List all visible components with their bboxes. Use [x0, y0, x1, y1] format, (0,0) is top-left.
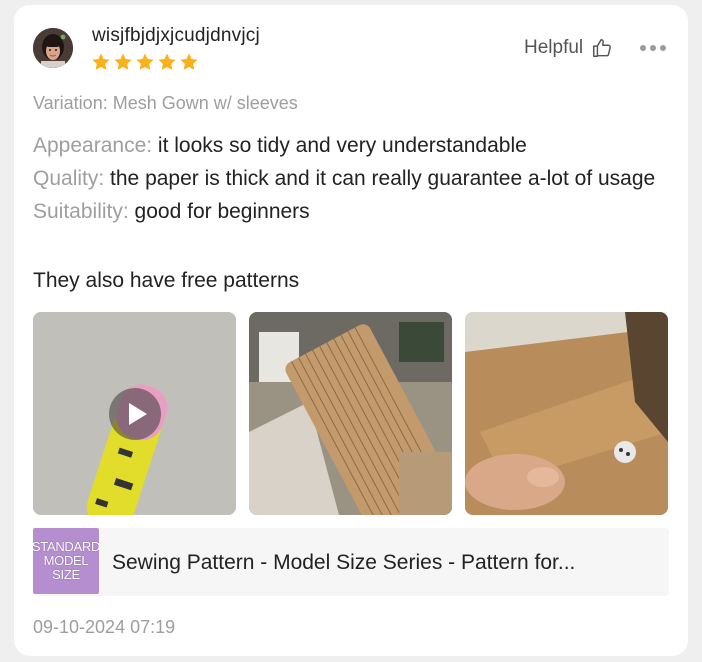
- review-video-thumbnail[interactable]: [33, 312, 236, 515]
- play-icon[interactable]: [109, 388, 161, 440]
- product-thumb-line: STANDARD: [33, 539, 99, 554]
- review-quality: Quality: the paper is thick and it can r…: [33, 162, 663, 195]
- review-image-2[interactable]: [249, 312, 452, 515]
- star-icon: [180, 53, 198, 70]
- review-extra-text: They also have free patterns: [33, 269, 300, 292]
- quality-key: Quality:: [33, 167, 105, 190]
- helpful-label: Helpful: [524, 37, 584, 58]
- review-photo-rolled-pattern: [249, 312, 452, 515]
- thumbs-up-icon: [593, 39, 612, 57]
- reviewer-username: wisjfbjdjxjcudjdnvjcj: [92, 25, 260, 46]
- review-card: wisjfbjdjxjcudjdnvjcj Helpful Variation:…: [14, 5, 688, 656]
- product-thumb-line: SIZE: [52, 567, 80, 582]
- appearance-value: it looks so tidy and very understandable: [152, 134, 527, 157]
- review-appearance: Appearance: it looks so tidy and very un…: [33, 129, 663, 162]
- review-photo-kraft-paper: [465, 312, 668, 515]
- appearance-key: Appearance:: [33, 134, 153, 157]
- suitability-value: good for beginners: [128, 200, 310, 223]
- product-title: Sewing Pattern - Model Size Series - Pat…: [112, 551, 576, 574]
- more-dots-icon: [650, 45, 656, 51]
- star-icon: [114, 53, 132, 70]
- variation-text: Variation: Mesh Gown w/ sleeves: [33, 93, 298, 113]
- product-thumbnail: STANDARD MODEL SIZE: [33, 528, 99, 594]
- user-avatar-photo-icon: [33, 28, 73, 68]
- review-suitability: Suitability: good for beginners: [33, 195, 663, 228]
- suitability-key: Suitability:: [33, 200, 129, 223]
- more-options-button[interactable]: [640, 39, 672, 57]
- star-icon: [92, 53, 110, 70]
- review-image-3[interactable]: [465, 312, 668, 515]
- avatar[interactable]: [33, 28, 73, 68]
- star-rating: [91, 52, 199, 72]
- more-dots-icon: [640, 45, 646, 51]
- review-body: Appearance: it looks so tidy and very un…: [33, 129, 663, 228]
- star-icon: [158, 53, 176, 70]
- helpful-button[interactable]: Helpful: [524, 37, 613, 59]
- product-thumb-line: MODEL: [43, 553, 89, 568]
- star-icon: [136, 53, 154, 70]
- quality-value: the paper is thick and it can really gua…: [104, 167, 656, 190]
- review-timestamp: 09-10-2024 07:19: [33, 617, 176, 637]
- more-dots-icon: [660, 45, 666, 51]
- product-link[interactable]: STANDARD MODEL SIZE Sewing Pattern - Mod…: [33, 528, 669, 596]
